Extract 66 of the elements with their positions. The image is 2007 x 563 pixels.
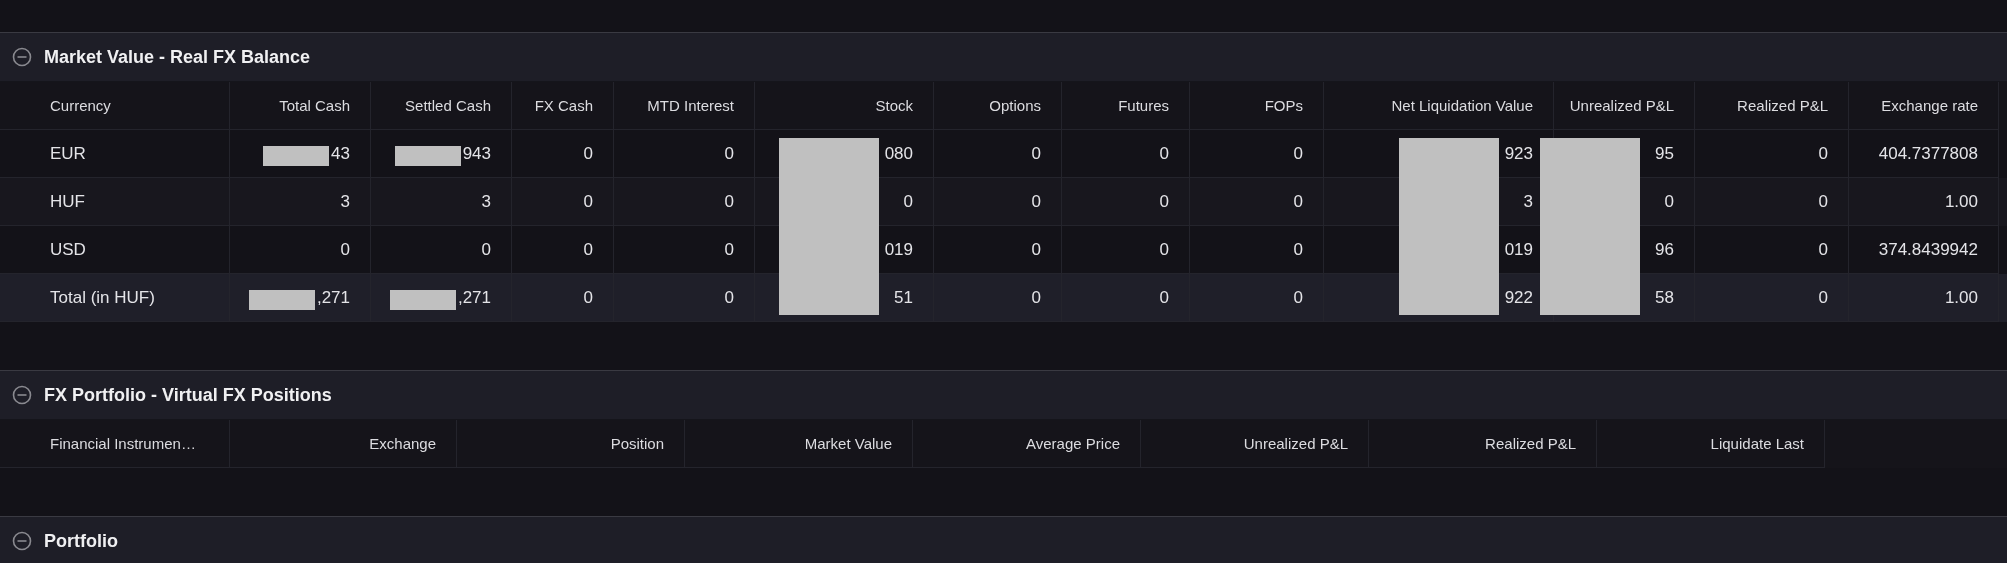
table-cell: 0 bbox=[583, 191, 593, 212]
column-header[interactable]: Financial Instrumen… bbox=[0, 420, 230, 468]
table-cell: 0 bbox=[1293, 287, 1303, 308]
section-title: Portfolio bbox=[44, 530, 118, 552]
table-cell: Total (in HUF) bbox=[50, 287, 155, 308]
table-cell: 0 bbox=[340, 239, 350, 260]
table-cell: 374.8439942 bbox=[1878, 239, 1978, 260]
table-cell-text: 58 bbox=[1654, 287, 1674, 308]
table-cell-text: 0 bbox=[1663, 191, 1674, 212]
table-cell: 0 bbox=[724, 143, 734, 164]
table-cell: EUR bbox=[50, 143, 86, 164]
table-cell: 0 bbox=[1818, 143, 1828, 164]
table-cell-text: 923 bbox=[1503, 143, 1533, 164]
column-header[interactable]: Market Value bbox=[685, 420, 913, 468]
table-cell: 404.7377808 bbox=[1878, 143, 1978, 164]
table-cell: 0 bbox=[1818, 287, 1828, 308]
table-cell: USD bbox=[50, 239, 86, 260]
column-header[interactable]: Exchange bbox=[230, 420, 457, 468]
table-cell: 0 bbox=[1293, 191, 1303, 212]
table-cell: ,271 bbox=[316, 287, 350, 308]
table-cell: 0 bbox=[724, 287, 734, 308]
table-cell: 0 bbox=[481, 239, 491, 260]
table-cell: 0 bbox=[1031, 143, 1041, 164]
column-header[interactable]: Position bbox=[457, 420, 685, 468]
table-cell: 0 bbox=[583, 287, 593, 308]
table-cell: 0 bbox=[583, 239, 593, 260]
table-cell: 0 bbox=[1159, 287, 1169, 308]
table-cell: 0 bbox=[1293, 143, 1303, 164]
table-cell-text: 96 bbox=[1654, 239, 1674, 260]
table-cell: 0 bbox=[1031, 239, 1041, 260]
table-cell: 0 bbox=[1159, 191, 1169, 212]
table-cell-text: 95 bbox=[1654, 143, 1674, 164]
table-cell: 0 bbox=[1818, 239, 1828, 260]
table-cell: 1.00 bbox=[1944, 287, 1978, 308]
table-cell-text: 0 bbox=[902, 191, 913, 212]
table-cell: 0 bbox=[724, 191, 734, 212]
column-header[interactable]: Realized P&L bbox=[1369, 420, 1597, 468]
collapse-icon[interactable] bbox=[12, 47, 32, 67]
table-cell-text: 51 bbox=[893, 287, 913, 308]
table-cell: 0 bbox=[1159, 143, 1169, 164]
table-cell: 0 bbox=[1031, 287, 1041, 308]
collapse-icon[interactable] bbox=[12, 531, 32, 551]
table-cell-text: 922 bbox=[1503, 287, 1533, 308]
column-header[interactable]: Liquidate Last bbox=[1597, 420, 1825, 468]
table-cell: HUF bbox=[50, 191, 85, 212]
table-cell-text: 019 bbox=[883, 239, 913, 260]
table-cell: 0 bbox=[1293, 239, 1303, 260]
table-cell: 1.00 bbox=[1944, 191, 1978, 212]
table-cell: 0 bbox=[724, 239, 734, 260]
table-cell: 0 bbox=[1159, 239, 1169, 260]
table-cell: 943 bbox=[462, 143, 491, 164]
table-cell: 0 bbox=[1031, 191, 1041, 212]
table-cell: 3 bbox=[340, 191, 350, 212]
table-cell: 0 bbox=[1818, 191, 1828, 212]
table-cell: 0 bbox=[583, 143, 593, 164]
column-header[interactable]: Unrealized P&L bbox=[1141, 420, 1369, 468]
table-cell-text: 3 bbox=[1522, 191, 1533, 212]
column-header[interactable]: Average Price bbox=[913, 420, 1141, 468]
table-cell-text: 019 bbox=[1503, 239, 1533, 260]
table-cell-text: 080 bbox=[883, 143, 913, 164]
collapse-icon[interactable] bbox=[12, 385, 32, 405]
table-cell: ,271 bbox=[457, 287, 491, 308]
table-cell: 43 bbox=[331, 143, 350, 164]
section-title: FX Portfolio - Virtual FX Positions bbox=[44, 384, 332, 406]
section-title: Market Value - Real FX Balance bbox=[44, 46, 311, 68]
table-cell: 3 bbox=[481, 191, 491, 212]
